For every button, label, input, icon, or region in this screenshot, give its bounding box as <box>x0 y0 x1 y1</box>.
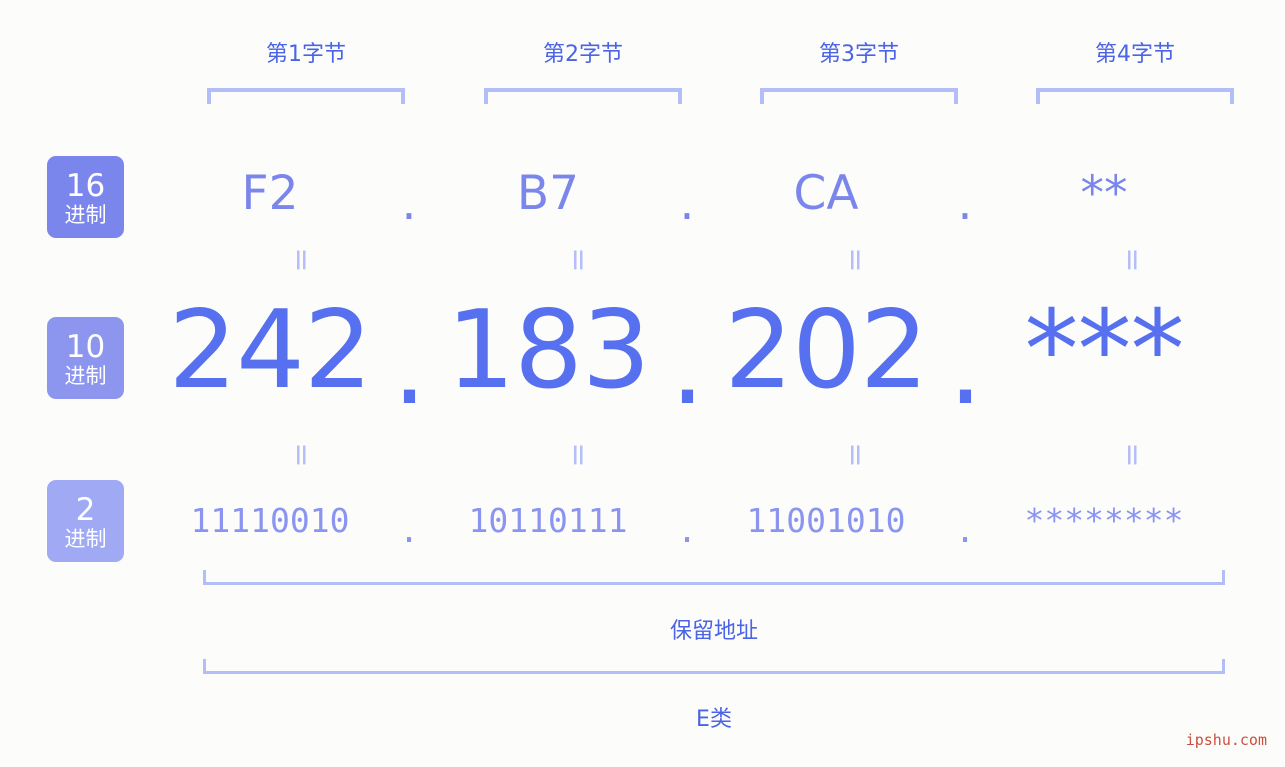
decimal-separator-2: . <box>670 303 704 429</box>
byte-bracket-1 <box>207 88 405 104</box>
hex-byte-3: CA <box>793 165 859 221</box>
hex-value-row: F2 . B7 . CA . ** <box>150 150 1285 236</box>
address-class-label: E类 <box>696 707 732 732</box>
decimal-separator-3: . <box>948 303 982 429</box>
binary-separator-3: . <box>955 510 975 550</box>
reserved-address-bracket <box>203 570 1225 585</box>
base-badge-hex-number: 16 <box>65 168 106 204</box>
ip-address-breakdown-diagram: 第1字节 第2字节 第3字节 第4字节 16 进制 10 进制 2 进制 F2 … <box>0 0 1285 767</box>
byte-header-4: 第4字节 <box>1095 42 1175 67</box>
hex-byte-1: F2 <box>241 165 299 221</box>
byte-header-2: 第2字节 <box>543 42 623 67</box>
equals-dec-bin-4: = <box>1115 442 1150 468</box>
equals-hex-dec-4: = <box>1115 247 1150 273</box>
equals-dec-bin-2: = <box>561 442 596 468</box>
binary-byte-3: 11001010 <box>746 500 906 540</box>
decimal-separator-1: . <box>392 303 426 429</box>
hex-separator-2: . <box>679 175 695 231</box>
hex-byte-2: B7 <box>516 165 580 221</box>
binary-separator-2: . <box>677 510 697 550</box>
byte-bracket-4 <box>1036 88 1234 104</box>
reserved-address-label: 保留地址 <box>669 619 758 644</box>
base-badge-binary-number: 2 <box>75 492 96 528</box>
base-badge-decimal-suffix: 进制 <box>64 364 107 388</box>
base-badge-binary-suffix: 进制 <box>64 527 107 551</box>
decimal-byte-1: 242 <box>168 287 372 413</box>
byte-bracket-2 <box>484 88 682 104</box>
decimal-byte-3: 202 <box>724 287 928 413</box>
binary-byte-4: ******** <box>1024 500 1184 540</box>
byte-bracket-3 <box>760 88 958 104</box>
binary-byte-1: 11110010 <box>190 500 350 540</box>
byte-header-3: 第3字节 <box>819 42 899 67</box>
base-badge-hex: 16 进制 <box>47 156 124 238</box>
binary-separator-1: . <box>399 510 419 550</box>
base-badge-decimal-number: 10 <box>65 329 106 365</box>
equals-hex-dec-1: = <box>284 247 319 273</box>
binary-value-row: 11110010 . 10110111 . 11001010 . *******… <box>150 490 1285 550</box>
base-badge-binary: 2 进制 <box>47 480 124 562</box>
decimal-byte-2: 183 <box>446 287 650 413</box>
site-watermark: ipshu.com <box>1185 731 1267 749</box>
hex-separator-3: . <box>957 175 973 231</box>
equals-dec-bin-3: = <box>838 442 873 468</box>
byte-header-1: 第1字节 <box>266 42 346 67</box>
equals-dec-bin-1: = <box>284 442 319 468</box>
equals-hex-dec-2: = <box>561 247 596 273</box>
address-class-bracket <box>203 659 1225 674</box>
decimal-byte-4: *** <box>1024 287 1185 413</box>
hex-separator-1: . <box>401 175 417 231</box>
base-badge-hex-suffix: 进制 <box>64 203 107 227</box>
hex-byte-4: ** <box>1080 165 1128 221</box>
equals-hex-dec-3: = <box>838 247 873 273</box>
base-badge-decimal: 10 进制 <box>47 317 124 399</box>
decimal-value-row: 242 . 183 . 202 . *** <box>150 285 1285 429</box>
binary-byte-2: 10110111 <box>468 500 628 540</box>
